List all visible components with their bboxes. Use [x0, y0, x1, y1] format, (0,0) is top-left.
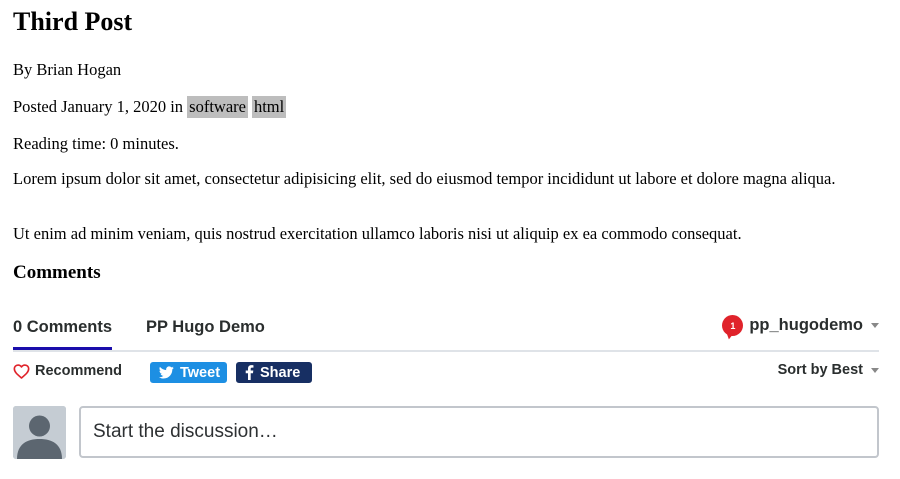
- username[interactable]: pp_hugodemo: [749, 316, 863, 335]
- chevron-down-icon: [871, 367, 879, 373]
- post-byline: By Brian Hogan: [13, 60, 122, 79]
- tweet-button[interactable]: Tweet: [150, 362, 227, 383]
- facebook-share-button[interactable]: Share: [236, 362, 312, 383]
- post-paragraph: Lorem ipsum dolor sit amet, consectetur …: [13, 169, 836, 188]
- tag-software[interactable]: software: [187, 96, 248, 118]
- notification-badge[interactable]: 1: [722, 315, 744, 336]
- twitter-bird-icon: [159, 366, 174, 379]
- reading-time: Reading time: 0 minutes.: [13, 134, 179, 153]
- chevron-down-icon: [871, 323, 879, 328]
- facebook-f-icon: [245, 365, 254, 380]
- default-user-avatar-icon: [13, 406, 66, 459]
- comment-placeholder: Start the discussion…: [93, 421, 278, 442]
- recommend-button[interactable]: Recommend: [13, 363, 122, 379]
- avatar: [13, 406, 66, 459]
- tab-community[interactable]: PP Hugo Demo: [146, 318, 265, 337]
- disqus-tab-bar: 0 Comments PP Hugo Demo 1 pp_hugodemo: [13, 312, 879, 352]
- share-label: Share: [260, 364, 301, 381]
- posted-date: Posted January 1, 2020 in: [13, 97, 188, 116]
- active-tab-indicator: [13, 347, 112, 350]
- sort-label: Sort by Best: [777, 362, 863, 378]
- disqus-action-bar: Recommend Tweet Share Sort by Best: [13, 362, 879, 384]
- comments-heading: Comments: [13, 262, 101, 283]
- tag-html[interactable]: html: [251, 96, 287, 118]
- tweet-label: Tweet: [180, 364, 221, 381]
- comment-input[interactable]: Start the discussion…: [79, 406, 879, 458]
- post-paragraph: Ut enim ad minim veniam, quis nostrud ex…: [13, 224, 742, 243]
- user-menu[interactable]: 1 pp_hugodemo: [722, 315, 879, 336]
- tab-comments-count[interactable]: 0 Comments: [13, 318, 112, 337]
- post-meta: Posted January 1, 2020 in software html: [13, 96, 287, 118]
- post-title: Third Post: [13, 7, 133, 36]
- sort-dropdown[interactable]: Sort by Best: [778, 362, 879, 378]
- recommend-label: Recommend: [35, 363, 123, 379]
- heart-icon: [13, 363, 30, 379]
- comment-compose: Start the discussion…: [13, 406, 879, 459]
